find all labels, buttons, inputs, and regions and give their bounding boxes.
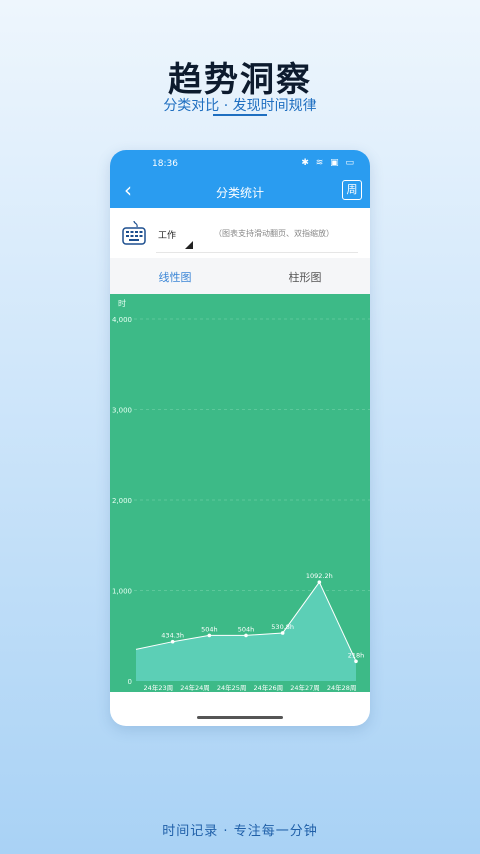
- status-bar: 18:36 ✱ ≋ ▣ ▭: [110, 150, 370, 178]
- x-tick-label: 24年27周: [290, 683, 320, 692]
- phone-screen: 18:36 ✱ ≋ ▣ ▭ ‹ 分类统计 周 工作 （图表支持滑动翻页、双指缩放…: [110, 150, 370, 726]
- home-indicator[interactable]: [197, 716, 283, 719]
- data-point: [280, 631, 285, 635]
- x-tick-label: 24年24周: [180, 683, 210, 692]
- trend-chart[interactable]: 时 4,000 3,000 2,000 1,000 0 434.3h 504h 504h 530.…: [110, 294, 370, 692]
- promo-title: 趋势洞察: [168, 60, 312, 100]
- data-label: 504h: [238, 625, 255, 633]
- data-label: 218h: [348, 651, 365, 659]
- page-title: 分类统计: [215, 186, 264, 200]
- status-time: 18:36: [152, 159, 178, 169]
- data-point: [170, 639, 175, 644]
- x-tick-label: 24年26周: [254, 683, 284, 692]
- data-label: 530.8h: [271, 623, 294, 631]
- x-tick-label: 24年28周: [327, 683, 357, 692]
- status-icons: ✱ ≋ ▣ ▭: [301, 158, 356, 168]
- category-selector[interactable]: 工作 （图表支持滑动翻页、双指缩放）: [110, 208, 370, 258]
- keyboard-icon: [122, 220, 146, 245]
- y-tick-label: 1,000: [112, 588, 132, 596]
- footer-slogan: 时间记录 · 专注每一分钟: [162, 824, 318, 839]
- dropdown-indicator-icon[interactable]: [185, 241, 193, 249]
- divider: [156, 252, 358, 253]
- chart-type-tabs: 线性图 柱形图: [110, 258, 370, 294]
- tab-bar-chart[interactable]: 柱形图: [240, 269, 370, 285]
- promo-subtitle: 分类对比 · 发现时间规律: [163, 98, 317, 114]
- navbar: ‹ 分类统计 周: [110, 178, 370, 208]
- data-label: 434.3h: [161, 632, 184, 640]
- y-axis-label: 时: [118, 298, 126, 308]
- y-tick-label: 2,000: [112, 497, 132, 505]
- data-point: [317, 580, 322, 584]
- data-label: 504h: [201, 625, 218, 633]
- y-tick-label: 0: [128, 678, 132, 686]
- tab-line-chart[interactable]: 线性图: [110, 269, 240, 285]
- category-label: 工作: [158, 231, 177, 241]
- promo-underline: [213, 114, 267, 116]
- period-toggle-button[interactable]: 周: [342, 180, 362, 200]
- x-tick-label: 24年23周: [144, 683, 174, 692]
- x-tick-label: 24年25周: [217, 683, 247, 692]
- chart-hint: （图表支持滑动翻页、双指缩放）: [214, 229, 334, 238]
- y-tick-label: 3,000: [112, 407, 132, 415]
- data-point: [207, 633, 212, 638]
- data-point: [354, 659, 358, 664]
- data-label: 1092.2h: [306, 572, 333, 580]
- chart-canvas: 时 4,000 3,000 2,000 1,000 0 434.3h 504h 504h 530.…: [112, 298, 370, 692]
- y-tick-label: 4,000: [112, 316, 132, 324]
- data-point: [244, 633, 248, 638]
